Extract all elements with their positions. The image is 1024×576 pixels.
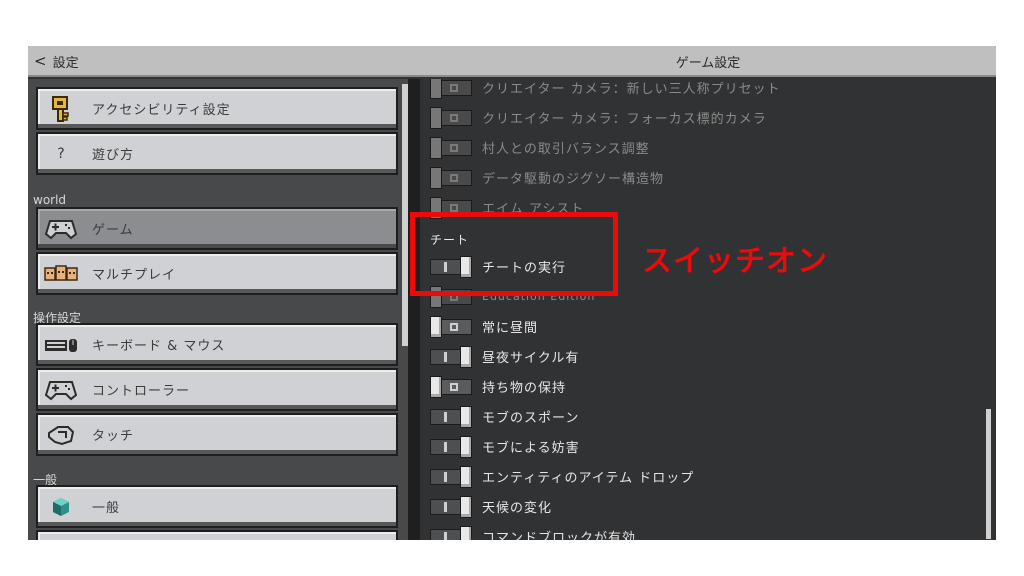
- sidebar: アクセシビリティ設定 ? 遊び方 world ゲーム マルチプレイ 操作設定 キ…: [28, 79, 408, 540]
- sidebar-item-multiplayer[interactable]: マルチプレイ: [36, 252, 398, 295]
- setting-label: クリエイター カメラ：フォーカス標的カメラ: [482, 111, 767, 127]
- setting-row[interactable]: 昼夜サイクル有: [430, 344, 579, 368]
- toggle-switch[interactable]: [430, 466, 472, 488]
- setting-label: データ駆動のジグソー構造物: [482, 171, 665, 187]
- setting-row[interactable]: 持ち物の保持: [430, 374, 566, 398]
- setting-label: 天候の変化: [482, 500, 553, 516]
- key-icon: [38, 95, 84, 122]
- setting-row[interactable]: コマンドブロックが有効: [430, 524, 636, 540]
- touch-hand-icon: [38, 423, 84, 447]
- sidebar-item-controller[interactable]: コントローラー: [36, 368, 398, 411]
- setting-row[interactable]: クリエイター カメラ：新しい三人称プリセット: [430, 79, 781, 99]
- setting-label: 常に昼間: [482, 320, 539, 336]
- toggle-switch[interactable]: [430, 376, 472, 398]
- setting-label: コマンドブロックが有効: [482, 530, 637, 541]
- sidebar-item-label: タッチ: [92, 429, 135, 444]
- toggle-switch[interactable]: [430, 346, 472, 368]
- keyboard-mouse-icon: [38, 337, 84, 353]
- toggle-switch[interactable]: [430, 137, 472, 159]
- setting-row[interactable]: 常に昼間: [430, 314, 538, 338]
- sidebar-item-label: キーボード & マウス: [92, 339, 226, 354]
- setting-row[interactable]: 村人との取引バランス調整: [430, 135, 650, 159]
- toggle-switch[interactable]: [430, 316, 472, 338]
- back-button[interactable]: < 設定: [34, 46, 79, 77]
- annotation-label: スイッチオン: [642, 244, 828, 279]
- settings-scrollbar[interactable]: [986, 409, 991, 539]
- toggle-switch[interactable]: [430, 436, 472, 458]
- sidebar-item-label: アクセシビリティ設定: [92, 103, 231, 118]
- sidebar-item-touch[interactable]: タッチ: [36, 413, 398, 456]
- players-icon: [38, 264, 84, 283]
- annotation-highlight-box: [410, 212, 618, 296]
- setting-row[interactable]: モブによる妨害: [430, 434, 580, 458]
- question-icon: ?: [57, 145, 65, 162]
- setting-label: モブによる妨害: [482, 440, 580, 456]
- back-button-label: 設定: [52, 56, 79, 71]
- gamepad-icon: [38, 218, 84, 240]
- setting-row[interactable]: モブのスポーン: [430, 404, 579, 428]
- sidebar-item-how-to-play[interactable]: ? 遊び方: [36, 132, 398, 175]
- sidebar-item-game[interactable]: ゲーム: [36, 207, 398, 250]
- sidebar-item-label: 一般: [92, 501, 121, 516]
- sidebar-item-keyboard-mouse[interactable]: キーボード & マウス: [36, 323, 398, 366]
- setting-row[interactable]: エンティティのアイテム ドロップ: [430, 464, 694, 488]
- setting-row[interactable]: データ駆動のジグソー構造物: [430, 165, 664, 189]
- setting-label: クリエイター カメラ：新しい三人称プリセット: [482, 81, 781, 97]
- settings-list: クリエイター カメラ：新しい三人称プリセット クリエイター カメラ：フォーカス標…: [420, 79, 996, 540]
- setting-row[interactable]: 天候の変化: [430, 494, 552, 518]
- toggle-switch[interactable]: [430, 526, 472, 540]
- toggle-switch[interactable]: [430, 107, 472, 129]
- toggle-switch[interactable]: [430, 167, 472, 189]
- sidebar-item-label: 遊び方: [92, 148, 135, 163]
- toggle-switch[interactable]: [430, 496, 472, 518]
- panel-divider: [408, 79, 420, 540]
- chevron-left-icon: <: [34, 52, 47, 70]
- setting-label: 昼夜サイクル有: [482, 350, 580, 366]
- section-label-world: world: [33, 193, 67, 207]
- setting-row[interactable]: クリエイター カメラ：フォーカス標的カメラ: [430, 105, 767, 129]
- sidebar-item-general[interactable]: 一般: [36, 485, 398, 528]
- setting-label: エンティティのアイテム ドロップ: [482, 470, 695, 486]
- setting-label: 村人との取引バランス調整: [482, 141, 650, 157]
- setting-label: 持ち物の保持: [482, 380, 567, 396]
- controller-icon: [38, 379, 84, 401]
- toggle-switch[interactable]: [430, 406, 472, 428]
- sidebar-item-next[interactable]: [36, 530, 398, 540]
- cube-icon: [38, 497, 84, 517]
- setting-label: モブのスポーン: [482, 410, 580, 426]
- toggle-switch[interactable]: [430, 79, 472, 99]
- sidebar-item-label: ゲーム: [92, 223, 134, 238]
- sidebar-item-label: コントローラー: [92, 384, 191, 399]
- header-bar: < 設定 ゲーム設定: [28, 46, 996, 77]
- sidebar-item-label: マルチプレイ: [92, 268, 177, 283]
- page-title: ゲーム設定: [675, 56, 741, 71]
- sidebar-item-accessibility[interactable]: アクセシビリティ設定: [36, 87, 398, 130]
